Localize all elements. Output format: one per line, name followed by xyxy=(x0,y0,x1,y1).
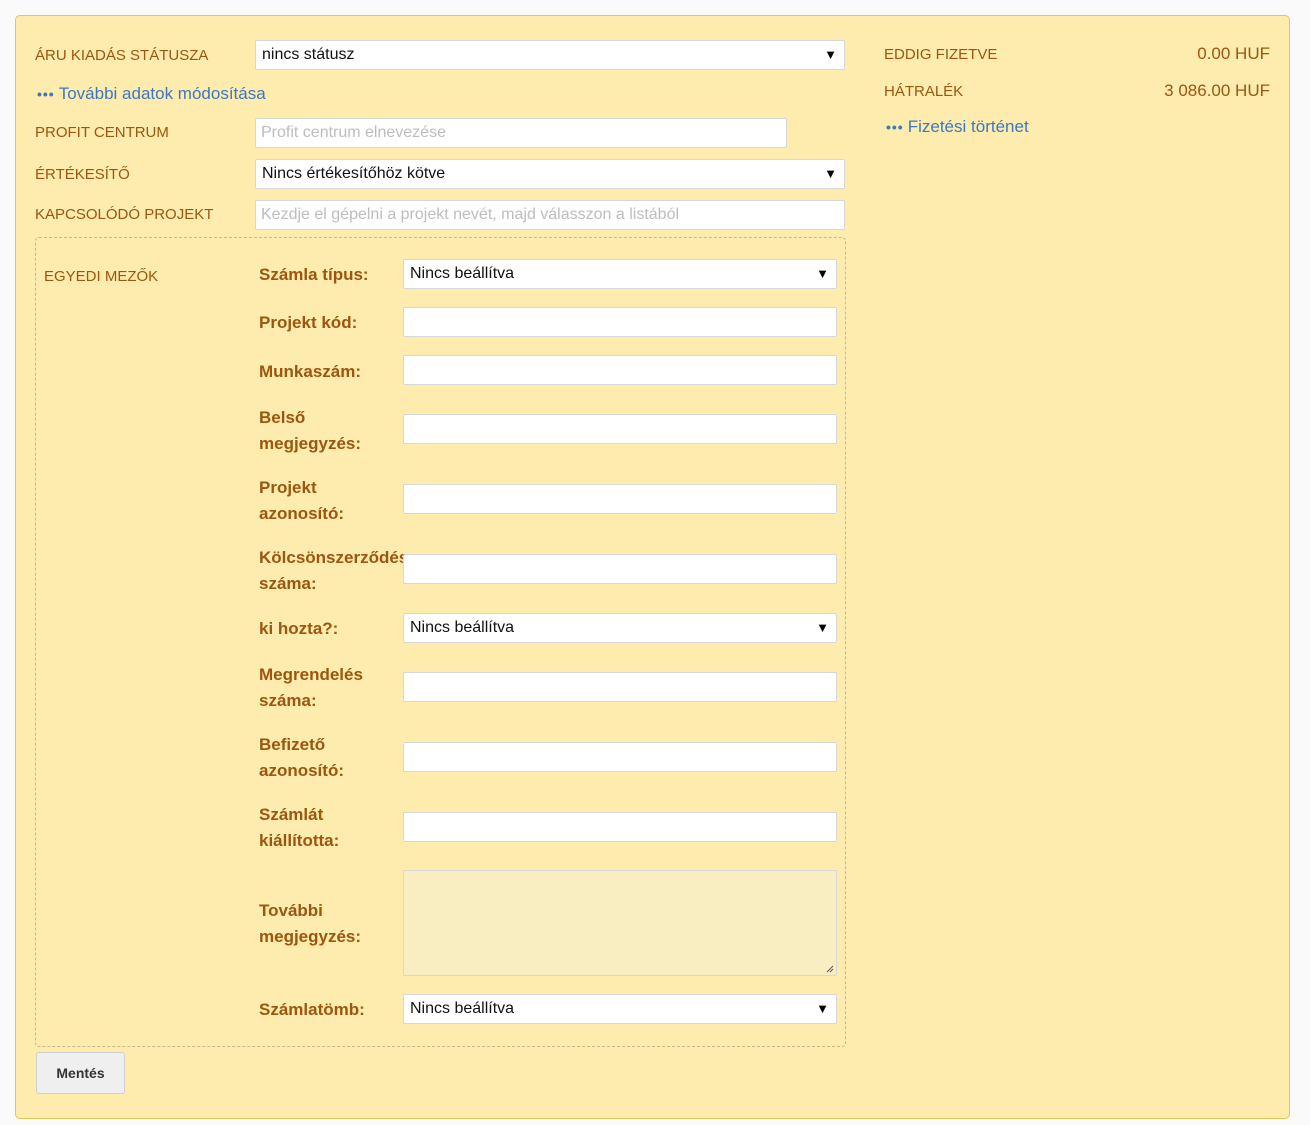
project-id-label: Projekt azonosító: xyxy=(259,478,344,523)
status-label: Áru kiadás státusza xyxy=(35,47,209,64)
more-dots-icon: ••• xyxy=(37,86,55,102)
order-number-input[interactable] xyxy=(403,672,837,702)
arrears-value: 3 086.00 HUF xyxy=(1164,81,1270,100)
brought-by-select[interactable]: Nincs beállítva ▼ xyxy=(403,613,837,643)
seller-label: Értékesítő xyxy=(35,166,130,183)
status-select[interactable]: nincs státusz ▼ xyxy=(255,40,845,70)
paid-label: Eddig fizetve xyxy=(884,46,998,63)
project-id-input[interactable] xyxy=(403,484,837,514)
project-code-input[interactable] xyxy=(403,307,837,337)
loan-contract-label: Kölcsönszerződés száma: xyxy=(259,548,409,593)
paid-value: 0.00 HUF xyxy=(1197,44,1270,63)
custom-fields-label: Egyedi mezők xyxy=(44,268,159,285)
brought-by-label: ki hozta?: xyxy=(259,619,339,638)
payment-history-link-label: Fizetési történet xyxy=(907,117,1029,136)
payer-id-label: Befizető azonosító: xyxy=(259,735,344,780)
further-notes-label: További megjegyzés: xyxy=(259,901,362,946)
seller-select-value: Nincs értékesítőhöz kötve xyxy=(262,165,446,182)
issued-by-label: Számlát kiállította: xyxy=(259,805,340,850)
dropdown-arrow-icon: ▼ xyxy=(816,266,829,281)
invoice-type-label: Számla típus: xyxy=(259,265,369,284)
dropdown-arrow-icon: ▼ xyxy=(824,166,837,181)
invoice-type-select[interactable]: Nincs beállítva ▼ xyxy=(403,259,837,289)
job-number-input[interactable] xyxy=(403,355,837,385)
invoice-type-value: Nincs beállítva xyxy=(410,265,515,282)
custom-fields-box: Egyedi mezők Számla típus: Nincs beállít… xyxy=(35,237,846,1047)
project-label: Kapcsolódó projekt xyxy=(35,206,214,223)
seller-select[interactable]: Nincs értékesítőhöz kötve ▼ xyxy=(255,159,845,189)
more-data-link[interactable]: ••• További adatok módosítása xyxy=(37,84,266,104)
further-notes-textarea[interactable] xyxy=(403,870,837,976)
profit-center-placeholder: Profit centrum elnevezése xyxy=(261,124,446,141)
invoice-settings-panel: Áru kiadás státusza nincs státusz ▼ ••• T… xyxy=(15,15,1290,1119)
arrears-label: Hátralék xyxy=(884,83,964,100)
profit-center-input[interactable]: Profit centrum elnevezése xyxy=(255,118,787,148)
brought-by-value: Nincs beállítva xyxy=(410,619,515,636)
payment-history-link[interactable]: ••• Fizetési történet xyxy=(886,117,1029,137)
dropdown-arrow-icon: ▼ xyxy=(816,620,829,635)
invoice-block-value: Nincs beállítva xyxy=(410,1000,515,1017)
resize-grip-icon[interactable] xyxy=(826,965,834,973)
project-placeholder: Kezdje el gépelni a projekt nevét, majd … xyxy=(261,206,680,223)
project-input[interactable]: Kezdje el gépelni a projekt nevét, majd … xyxy=(255,200,845,230)
profit-center-label: Profit centrum xyxy=(35,124,169,141)
more-dots-icon: ••• xyxy=(886,119,904,135)
payer-id-input[interactable] xyxy=(403,742,837,772)
invoice-block-label: Számlatömb: xyxy=(259,1000,365,1019)
more-data-link-label: További adatok módosítása xyxy=(58,84,266,103)
internal-note-label: Belső megjegyzés: xyxy=(259,408,362,453)
issued-by-input[interactable] xyxy=(403,812,837,842)
job-number-label: Munkaszám: xyxy=(259,362,362,381)
loan-contract-input[interactable] xyxy=(403,554,837,584)
internal-note-input[interactable] xyxy=(403,414,837,444)
order-number-label: Megrendelés száma: xyxy=(259,665,363,710)
status-select-value: nincs státusz xyxy=(262,46,355,63)
dropdown-arrow-icon: ▼ xyxy=(824,47,837,62)
invoice-block-select[interactable]: Nincs beállítva ▼ xyxy=(403,994,837,1024)
save-button[interactable]: Mentés xyxy=(36,1052,125,1094)
dropdown-arrow-icon: ▼ xyxy=(816,1001,829,1016)
project-code-label: Projekt kód: xyxy=(259,313,358,332)
